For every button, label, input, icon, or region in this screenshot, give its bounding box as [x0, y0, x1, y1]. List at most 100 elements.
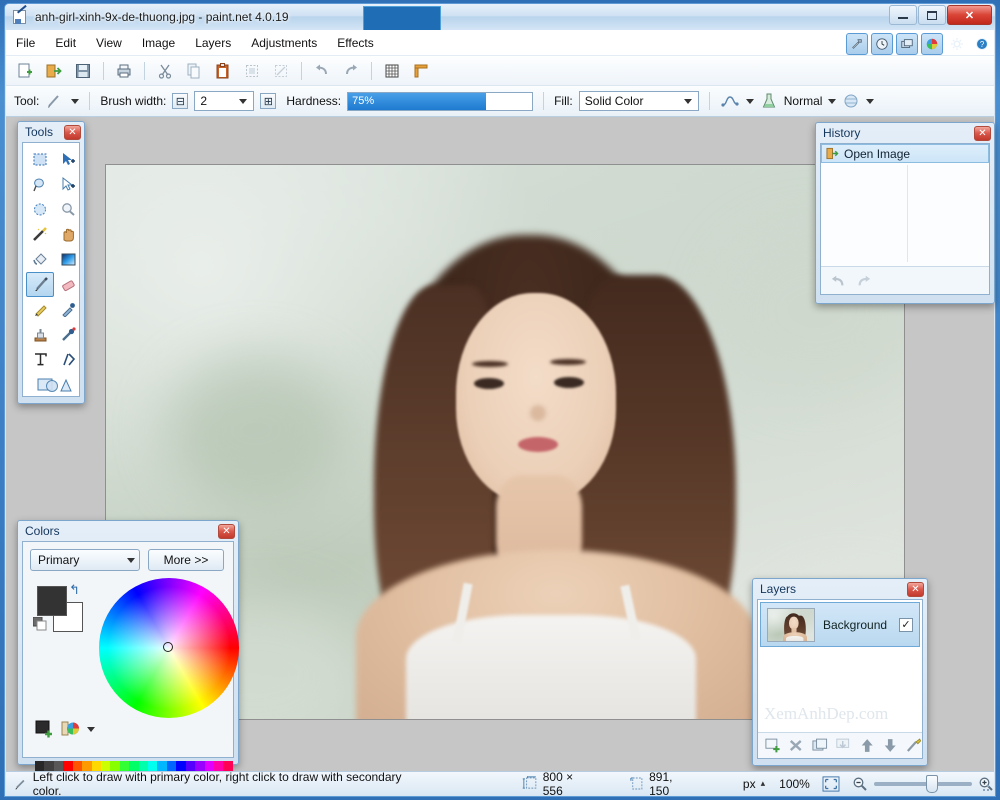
zoom-slider[interactable] [874, 782, 972, 786]
cut-button[interactable] [152, 59, 178, 83]
tool-ellipse-select[interactable] [26, 197, 54, 222]
units-caret-icon[interactable]: ▴ [761, 778, 766, 789]
settings-button[interactable] [946, 33, 968, 55]
tool-shapes[interactable] [26, 372, 82, 397]
maximize-button[interactable] [918, 5, 946, 25]
layer-properties-icon[interactable] [906, 738, 922, 753]
brush-width-decrement[interactable]: ⊟ [172, 93, 188, 109]
layers-toggle-button[interactable] [896, 33, 918, 55]
tool-paint-bucket[interactable] [26, 247, 54, 272]
menu-edit[interactable]: Edit [45, 32, 86, 54]
merge-down-icon[interactable] [835, 738, 851, 753]
history-item-label: Open Image [844, 147, 910, 161]
history-item-open-image[interactable]: Open Image [821, 144, 989, 163]
blend-mode-value[interactable]: Normal [784, 94, 823, 108]
svg-text:?: ? [980, 40, 985, 49]
new-button[interactable] [12, 59, 38, 83]
rulers-button[interactable] [408, 59, 434, 83]
layer-visibility-checkbox[interactable]: ✓ [899, 618, 913, 632]
tool-rectangle-select[interactable] [26, 147, 54, 172]
antialiasing-icon[interactable] [720, 93, 740, 109]
history-panel[interactable]: History ✕ Open Image [815, 122, 995, 304]
arrow-up-icon[interactable] [859, 738, 875, 753]
units-group[interactable]: px ▴ [743, 777, 765, 791]
menu-adjustments[interactable]: Adjustments [241, 32, 327, 54]
color-mode-dropdown[interactable]: Primary [30, 549, 140, 571]
menu-effects[interactable]: Effects [327, 32, 383, 54]
undo-arrow-icon[interactable] [829, 274, 847, 288]
color-wheel-cursor[interactable] [163, 642, 173, 652]
palette-dropdown-icon[interactable] [87, 727, 95, 732]
brush-width-increment[interactable]: ⊞ [260, 93, 276, 109]
colors-panel-close-icon[interactable]: ✕ [218, 524, 235, 539]
swap-colors-icon[interactable]: ↰ [69, 582, 80, 598]
minimize-button[interactable] [889, 5, 917, 25]
add-layer-icon[interactable] [765, 738, 781, 753]
tool-eraser[interactable] [54, 272, 82, 297]
menu-image[interactable]: Image [132, 32, 185, 54]
history-toggle-button[interactable] [871, 33, 893, 55]
tool-pencil[interactable] [26, 297, 54, 322]
tool-lasso-select[interactable] [26, 172, 54, 197]
grid-button[interactable] [379, 59, 405, 83]
tool-move-selected[interactable] [54, 147, 82, 172]
palette-icon[interactable] [61, 720, 81, 738]
tools-panel[interactable]: Tools ✕ [17, 121, 85, 404]
delete-layer-icon[interactable] [788, 738, 804, 753]
menu-file[interactable]: File [6, 32, 45, 54]
redo-button[interactable] [338, 59, 364, 83]
antialias-dropdown-icon[interactable] [746, 99, 754, 104]
history-panel-close-icon[interactable]: ✕ [974, 126, 991, 141]
tool-move-selection[interactable] [54, 172, 82, 197]
layers-panel-close-icon[interactable]: ✕ [907, 582, 924, 597]
tool-gradient[interactable] [54, 247, 82, 272]
copy-button[interactable] [181, 59, 207, 83]
fit-to-window-button[interactable] [822, 776, 840, 792]
deselect-button[interactable] [268, 59, 294, 83]
open-button[interactable] [41, 59, 67, 83]
colors-panel[interactable]: Colors ✕ Primary More >> ↰ [17, 520, 239, 765]
tools-toggle-button[interactable] [846, 33, 868, 55]
resize-grip[interactable] [979, 781, 991, 793]
tool-paintbrush[interactable] [26, 272, 54, 297]
tools-panel-close-icon[interactable]: ✕ [64, 125, 81, 140]
reset-colors-icon[interactable] [33, 617, 47, 631]
zoom-out-button[interactable] [852, 776, 868, 792]
primary-color-swatch[interactable] [37, 586, 67, 616]
brush-width-input[interactable]: 2 [194, 91, 254, 111]
help-button[interactable]: ? [971, 33, 993, 55]
zoom-slider-thumb[interactable] [926, 775, 938, 793]
more-colors-button[interactable]: More >> [148, 549, 224, 571]
tool-magic-wand[interactable] [26, 222, 54, 247]
colors-toggle-button[interactable] [921, 33, 943, 55]
tool-pan[interactable] [54, 222, 82, 247]
clock-icon [875, 37, 889, 51]
close-button[interactable]: ✕ [947, 5, 992, 25]
tool-recolor[interactable] [54, 322, 82, 347]
paintbrush-icon[interactable] [45, 92, 65, 110]
print-button[interactable] [111, 59, 137, 83]
copy-icon [185, 62, 203, 80]
menu-view[interactable]: View [86, 32, 132, 54]
tool-line-curve[interactable] [54, 347, 82, 372]
tool-text[interactable] [26, 347, 54, 372]
save-button[interactable] [70, 59, 96, 83]
tool-clone-stamp[interactable] [26, 322, 54, 347]
tool-color-picker[interactable] [54, 297, 82, 322]
blend-dropdown-icon[interactable] [828, 99, 836, 104]
hardness-slider[interactable]: 75% [347, 92, 533, 111]
layer-row-background[interactable]: Background ✓ [760, 602, 920, 647]
tool-zoom[interactable] [54, 197, 82, 222]
fill-dropdown[interactable]: Solid Color [579, 91, 699, 111]
crop-button[interactable] [239, 59, 265, 83]
arrow-down-icon[interactable] [882, 738, 898, 753]
alpha-dropdown-icon[interactable] [866, 99, 874, 104]
tool-dropdown-icon[interactable] [71, 99, 79, 104]
layers-panel[interactable]: Layers ✕ Background ✓ XemAnhDep.com [752, 578, 928, 766]
menu-layers[interactable]: Layers [185, 32, 241, 54]
add-color-icon[interactable] [35, 720, 55, 738]
redo-arrow-icon[interactable] [855, 274, 873, 288]
paste-button[interactable] [210, 59, 236, 83]
undo-button[interactable] [309, 59, 335, 83]
duplicate-layer-icon[interactable] [812, 738, 828, 753]
